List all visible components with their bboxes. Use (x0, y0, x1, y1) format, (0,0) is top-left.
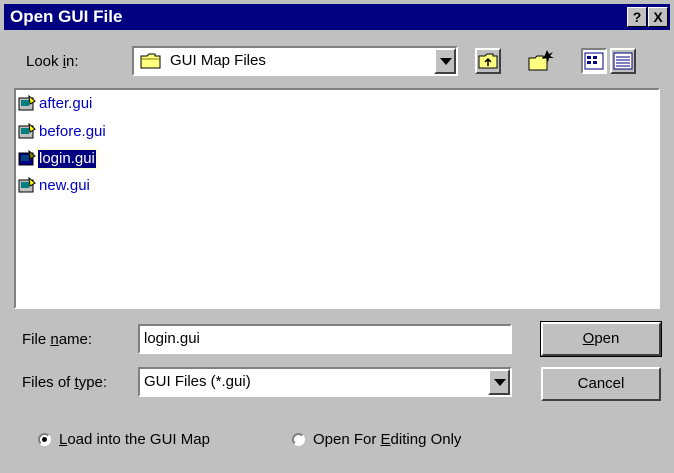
radio-selected-icon (38, 433, 51, 446)
file-item[interactable]: before.gui (18, 121, 107, 143)
folder-icon (140, 53, 161, 69)
look-in-label: Look in: (26, 53, 79, 70)
gui-file-icon (18, 177, 36, 193)
help-button[interactable]: ? (627, 7, 647, 27)
list-view-icon (584, 52, 604, 70)
new-folder-icon (528, 50, 554, 71)
details-view-button[interactable] (610, 48, 636, 74)
title-bar[interactable]: Open GUI File ? X (4, 4, 670, 30)
file-name-label: File name: (22, 331, 93, 348)
radio-unselected-icon (292, 433, 305, 446)
gui-file-icon (18, 150, 36, 166)
open-for-editing-radio[interactable]: Open For Editing Only (292, 431, 461, 448)
file-item[interactable]: new.gui (18, 175, 91, 197)
file-item[interactable]: after.gui (18, 93, 93, 115)
chevron-down-icon[interactable] (488, 369, 510, 395)
gui-file-icon (18, 95, 36, 111)
look-in-dropdown[interactable]: GUI Map Files (132, 46, 458, 76)
open-gui-file-dialog: Open GUI File ? X Look in: GUI Map Files (0, 0, 674, 473)
load-into-gui-map-radio[interactable]: Load into the GUI Map (38, 431, 210, 448)
file-item-selected[interactable]: login.gui (18, 148, 97, 170)
details-view-icon (613, 52, 633, 70)
close-button[interactable]: X (648, 7, 668, 27)
open-button[interactable]: Open (540, 321, 662, 357)
chevron-down-icon[interactable] (434, 48, 456, 74)
up-one-level-button[interactable] (475, 48, 501, 74)
file-name-value: login.gui (144, 330, 200, 347)
folder-up-icon (478, 53, 498, 69)
dialog-title: Open GUI File (10, 7, 123, 26)
file-name-input[interactable]: login.gui (138, 324, 512, 354)
file-type-label: Files of type: (22, 374, 108, 391)
cancel-button[interactable]: Cancel (541, 367, 661, 401)
file-type-dropdown[interactable]: GUI Files (*.gui) (138, 367, 512, 397)
gui-file-icon (18, 123, 36, 139)
file-type-value: GUI Files (*.gui) (144, 373, 251, 390)
look-in-value: GUI Map Files (170, 52, 266, 69)
file-list[interactable]: after.gui before.gui login.gui new.gui (14, 88, 660, 309)
list-view-button[interactable] (581, 48, 607, 74)
new-folder-button[interactable] (527, 48, 554, 74)
